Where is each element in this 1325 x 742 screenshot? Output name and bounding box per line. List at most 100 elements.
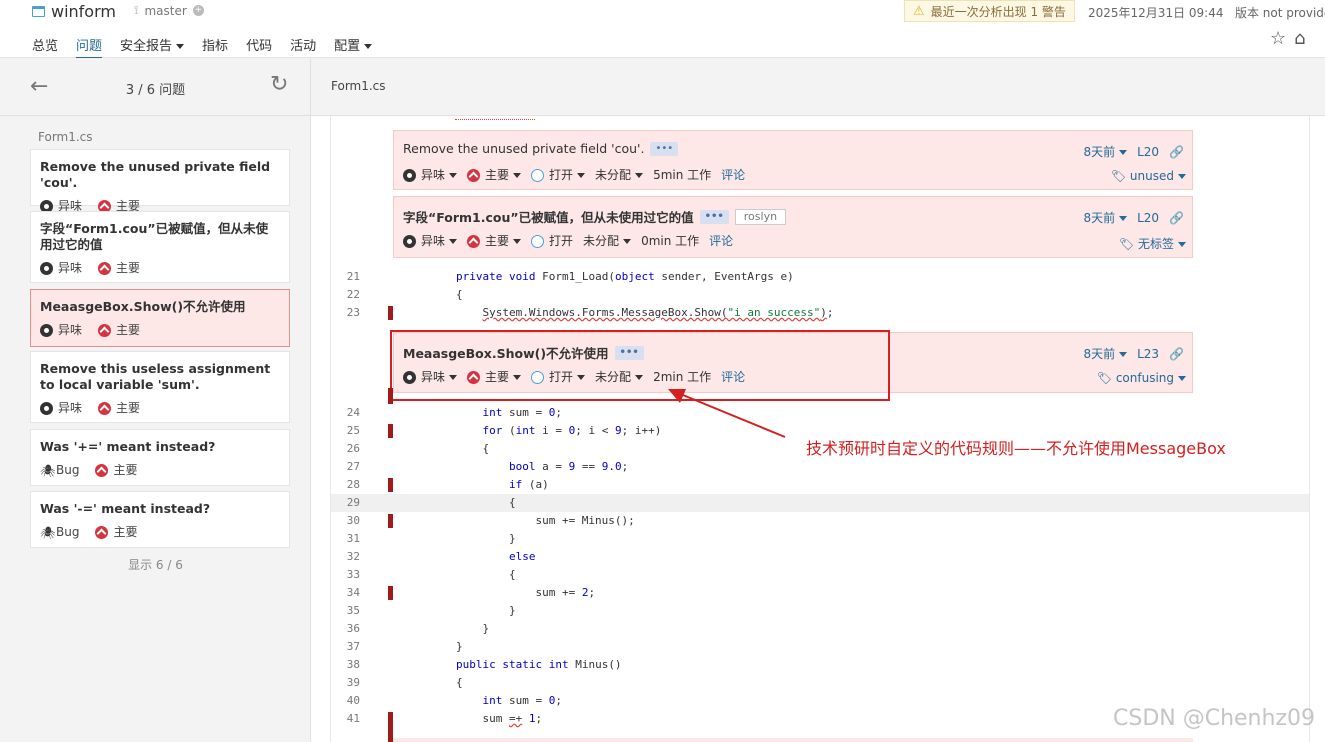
code-line: { (403, 496, 516, 509)
line-number[interactable]: 41 (330, 712, 360, 725)
line-number[interactable]: 26 (330, 442, 360, 455)
issue-card[interactable]: Remove the unused private field 'cou'. 异… (30, 149, 290, 213)
tags-selector[interactable]: 🏷 unused (1111, 169, 1186, 183)
issue-message[interactable]: Remove the unused private field 'cou'. (403, 141, 644, 156)
chevron-down-icon (577, 173, 586, 178)
issue-card[interactable]: Was '+=' meant instead? 🕷Bug 主要 (30, 429, 290, 486)
link-icon[interactable]: 🔗 (1169, 347, 1184, 361)
line-number[interactable]: 30 (330, 514, 360, 527)
issue-marker[interactable] (388, 388, 393, 404)
annotation-text: 技术预研时自定义的代码规则——不允许使用MessageBox (806, 439, 1226, 458)
file-name: Form1.cs (331, 79, 386, 93)
more-icon[interactable]: ••• (650, 141, 679, 156)
code-line: } (403, 532, 516, 545)
link-icon[interactable]: 🔗 (1169, 211, 1184, 225)
code-smell-icon (40, 402, 53, 415)
chevron-down-icon (1119, 216, 1128, 221)
project-name[interactable]: winform (32, 0, 116, 22)
issue-marker[interactable] (388, 478, 393, 492)
reload-icon[interactable]: ↻ (270, 72, 288, 97)
annotation-arrow (668, 389, 786, 438)
line-number[interactable]: 29 (330, 496, 360, 509)
issue-box[interactable]: 字段“Form1.cou”已被赋值，但从未使用过它的值 ••• roslyn 8天前… (393, 196, 1193, 258)
chevron-down-icon (513, 239, 522, 244)
code-line: } (403, 640, 463, 653)
nav-issues[interactable]: 问题 (76, 35, 103, 59)
branch-icon: ⟟ (134, 3, 139, 17)
star-icon[interactable]: ☆ (1270, 28, 1286, 49)
line-number[interactable]: 32 (330, 550, 360, 563)
top-bar: winform ⟟ master + 总览 问题 安全报告 指标 代码 活动 配… (0, 0, 1325, 59)
line-number[interactable]: 35 (330, 604, 360, 617)
line-number[interactable]: 23 (330, 306, 360, 319)
link-icon[interactable]: 🔗 (1169, 145, 1184, 159)
major-severity-icon (98, 402, 112, 415)
code-line: sum += 2; (403, 586, 596, 599)
line-number[interactable]: 27 (330, 460, 360, 473)
main-nav: 总览 问题 安全报告 指标 代码 活动 配置 (32, 35, 373, 59)
tags-selector[interactable]: 🏷 无标签 (1119, 235, 1186, 252)
issue-age: 8天前 (1083, 347, 1116, 361)
chevron-down-icon (513, 173, 522, 178)
line-number[interactable]: 22 (330, 288, 360, 301)
code-smell-icon (403, 169, 416, 182)
chevron-down-icon (1178, 174, 1186, 179)
tag-icon: 🏷 (1110, 169, 1127, 183)
comment-link[interactable]: 评论 (709, 232, 733, 249)
chevron-down-icon (623, 239, 632, 244)
comment-link[interactable]: 评论 (721, 166, 745, 183)
project-icon (32, 5, 45, 17)
code-line: } (403, 622, 490, 635)
branch-selector[interactable]: ⟟ master + (134, 3, 204, 18)
issue-marker[interactable] (388, 586, 393, 600)
line-number[interactable]: 31 (330, 532, 360, 545)
line-number[interactable]: 24 (330, 406, 360, 419)
issue-card[interactable]: 字段“Form1.cou”已被赋值，但从未使用过它的值 异味 主要 (30, 211, 290, 283)
code-line: int sum = 0; (482, 694, 562, 707)
line-number[interactable]: 37 (330, 640, 360, 653)
line-number[interactable]: 38 (330, 658, 360, 671)
code-smell-icon (403, 235, 416, 248)
line-number[interactable]: 40 (330, 694, 360, 707)
issue-card[interactable]: Was '-=' meant instead? 🕷Bug 主要 (30, 491, 290, 548)
chevron-down-icon (449, 173, 458, 178)
showing-count: 显示 6 / 6 (128, 558, 183, 572)
issue-line[interactable]: L20 (1137, 211, 1159, 225)
nav-activity[interactable]: 活动 (290, 35, 316, 59)
line-number[interactable]: 33 (330, 568, 360, 581)
tags-selector[interactable]: 🏷 confusing (1097, 371, 1186, 385)
code-line: { (403, 442, 490, 455)
home-icon[interactable]: ⌂ (1294, 28, 1305, 49)
line-number[interactable]: 28 (330, 478, 360, 491)
code-line: int sum = 0; (482, 406, 562, 419)
line-number[interactable]: 25 (330, 424, 360, 437)
line-number[interactable]: 39 (330, 676, 360, 689)
issue-box[interactable]: Remove the unused private field 'cou'. ••… (393, 130, 1193, 190)
issue-line[interactable]: L20 (1137, 145, 1159, 159)
nav-security[interactable]: 安全报告 (120, 35, 185, 59)
major-severity-icon (95, 464, 109, 477)
plus-icon[interactable]: + (192, 5, 204, 16)
issue-marker[interactable] (388, 306, 393, 320)
issue-marker[interactable] (388, 424, 393, 438)
chevron-down-icon (364, 44, 373, 49)
issue-age: 8天前 (1083, 211, 1116, 225)
nav-measures[interactable]: 指标 (202, 35, 228, 59)
nav-overview[interactable]: 总览 (32, 35, 58, 59)
code-line: sum += Minus(); (403, 514, 635, 527)
chevron-down-icon (1178, 376, 1186, 381)
more-icon[interactable]: ••• (699, 209, 729, 224)
issue-marker[interactable] (388, 514, 393, 528)
nav-config[interactable]: 配置 (334, 35, 373, 59)
line-number[interactable]: 21 (330, 270, 360, 283)
issue-message[interactable]: 字段“Form1.cou”已被赋值，但从未使用过它的值 (403, 207, 694, 226)
line-number[interactable]: 36 (330, 622, 360, 635)
warning-badge[interactable]: ⚠ 最近一次分析出现 1 警告 (904, 0, 1075, 22)
nav-code[interactable]: 代码 (246, 35, 272, 59)
issue-card-selected[interactable]: MeaasgeBox.Show()不允许使用 异味 主要 (30, 289, 290, 347)
bug-icon: 🕷 (40, 463, 56, 478)
chevron-down-icon (449, 239, 458, 244)
issue-line[interactable]: L23 (1137, 347, 1159, 361)
line-number[interactable]: 34 (330, 586, 360, 599)
issue-card[interactable]: Remove this useless assignment to local … (30, 351, 290, 423)
